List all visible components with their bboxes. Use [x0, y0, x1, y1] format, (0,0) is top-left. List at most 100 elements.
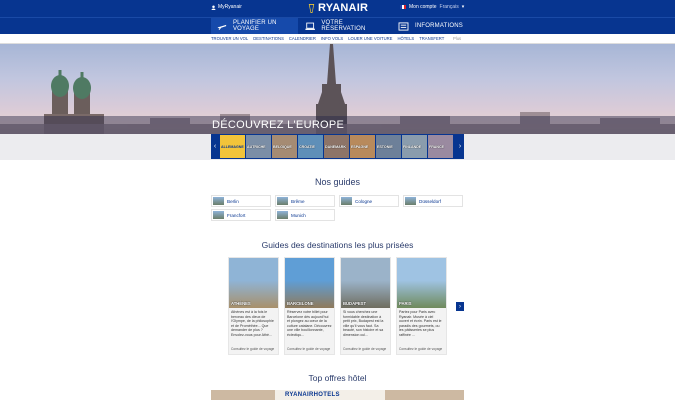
- country-thumb[interactable]: AUTRICHE: [246, 135, 271, 158]
- carousel-thumbs: ALLEMAGNE AUTRICHE BELGIQUE CROATIE DANEMARK…: [220, 135, 453, 158]
- destination-image: PARIS: [397, 258, 446, 308]
- country-thumb[interactable]: CROATIE: [298, 135, 323, 158]
- country-label: ESTONIE: [377, 145, 393, 149]
- guide-thumbnail: [277, 211, 288, 219]
- destination-description: Partez pour Paris avec Ryanair. Musée à …: [399, 310, 442, 337]
- subnav-flight-info[interactable]: INFO VOLS: [321, 36, 343, 41]
- subnav-find-flight[interactable]: TROUVER UN VOL: [211, 36, 248, 41]
- destination-description: Athènes est à la fois le berceau des die…: [231, 310, 274, 337]
- destination-guide-link[interactable]: Consultez le guide de voyage: [287, 347, 330, 351]
- country-thumb[interactable]: DANEMARK: [324, 135, 349, 158]
- myryanair-link[interactable]: MyRyanair: [211, 4, 242, 10]
- language-label: Français: [439, 4, 459, 10]
- flag-icon: [400, 5, 406, 9]
- carousel-next-button[interactable]: ›: [456, 134, 464, 159]
- destination-image: ATHÈNES: [229, 258, 278, 308]
- country-label: DANEMARK: [325, 145, 346, 149]
- chevron-down-icon: ▾: [461, 4, 465, 10]
- main-nav: PLANIFIER UN VOYAGE VOTRE RÉSERVATION IN…: [0, 17, 675, 34]
- destination-image: BARCELONE: [285, 258, 334, 308]
- country-carousel: ‹ ALLEMAGNE AUTRICHE BELGIQUE CROATIE DANEMA…: [211, 134, 464, 159]
- country-thumb[interactable]: ALLEMAGNE: [220, 135, 245, 158]
- country-thumb[interactable]: BELGIQUE: [272, 135, 297, 158]
- tab-plan-trip[interactable]: PLANIFIER UN VOYAGE: [211, 18, 298, 34]
- subnav-hotels[interactable]: HÔTELS: [397, 36, 414, 41]
- country-label: AUTRICHE: [247, 145, 266, 149]
- guide-label: Berlin: [227, 198, 239, 204]
- guide-thumbnail: [341, 197, 352, 205]
- guide-link[interactable]: Düsseldorf: [403, 195, 463, 207]
- destination-guide-link[interactable]: Consultez le guide de voyage: [231, 347, 274, 351]
- destination-description: Si vous cherchez une formidable destinat…: [343, 310, 384, 337]
- destination-guide-link[interactable]: Consultez le guide de voyage: [343, 347, 386, 351]
- chevron-right-icon: ›: [459, 303, 461, 310]
- hotel-banner[interactable]: RYANAIRHOTELS: [211, 390, 464, 400]
- destination-card[interactable]: BARCELONE Réservez votre billet pour Barc…: [284, 257, 335, 355]
- tab-your-booking[interactable]: VOTRE RÉSERVATION: [305, 18, 385, 34]
- subnav-destinations[interactable]: DESTINATIONS: [253, 36, 284, 41]
- country-thumb[interactable]: FRANCE: [428, 135, 453, 158]
- destinations-next-button[interactable]: ›: [456, 302, 464, 311]
- country-label: ALLEMAGNE: [221, 145, 244, 149]
- myryanair-label: MyRyanair: [218, 4, 242, 10]
- guide-label: Düsseldorf: [419, 198, 441, 204]
- top-bar: MyRyanair RYANAIR Mon compte Français ▾: [0, 0, 675, 17]
- guide-label: Francfort: [227, 212, 246, 218]
- subnav-car-hire[interactable]: LOUER UNE VOITURE: [348, 36, 392, 41]
- guide-thumbnail: [277, 197, 288, 205]
- country-label: FRANCE: [429, 145, 444, 149]
- guide-link[interactable]: Berlin: [211, 195, 271, 207]
- plane-icon: [217, 24, 227, 30]
- guide-link[interactable]: Munich: [275, 209, 335, 221]
- account-menu[interactable]: Mon compte Français ▾: [400, 4, 464, 10]
- carousel-prev-button[interactable]: ‹: [211, 134, 219, 159]
- country-thumb[interactable]: FINLANDE: [402, 135, 427, 158]
- ryanair-hotels-logo: RYANAIRHOTELS: [275, 390, 385, 400]
- guide-thumbnail: [213, 197, 224, 205]
- destination-city: BUDAPEST: [343, 301, 367, 306]
- guide-thumbnail: [213, 211, 224, 219]
- destination-card[interactable]: PARIS Partez pour Paris avec Ryanair. Mus…: [396, 257, 447, 355]
- country-label: FINLANDE: [403, 145, 422, 149]
- country-label: ESPAGNE: [351, 145, 369, 149]
- destination-image: BUDAPEST: [341, 258, 390, 308]
- guide-link[interactable]: Cologne: [339, 195, 399, 207]
- guides-heading: Nos guides: [314, 177, 361, 187]
- info-card-icon: [398, 21, 409, 31]
- country-thumb[interactable]: ESTONIE: [376, 135, 401, 158]
- subnav-more[interactable]: Plus: [453, 36, 461, 41]
- hero-title: DÉCOUVREZ L'EUROPE: [212, 119, 345, 131]
- harp-logo-icon: [308, 3, 315, 13]
- country-label: CROATIE: [299, 145, 315, 149]
- sub-nav: TROUVER UN VOL DESTINATIONS CALENDRIER I…: [0, 34, 675, 44]
- destination-description: Réservez votre billet pour Barcelone dès…: [287, 310, 332, 337]
- country-thumb[interactable]: ESPAGNE: [350, 135, 375, 158]
- chevron-right-icon: ›: [458, 143, 462, 150]
- guide-link[interactable]: Francfort: [211, 209, 271, 221]
- guide-link[interactable]: Brême: [275, 195, 335, 207]
- destination-city: BARCELONE: [287, 301, 314, 306]
- tab-label: INFORMATIONS: [415, 23, 463, 29]
- chevron-left-icon: ‹: [213, 143, 217, 150]
- tab-label: VOTRE RÉSERVATION: [321, 20, 366, 32]
- tab-label: PLANIFIER UN VOYAGE: [232, 20, 277, 32]
- tab-information[interactable]: INFORMATIONS: [398, 18, 468, 34]
- guide-label: Munich: [291, 212, 306, 218]
- subnav-transfer[interactable]: TRANSFERT: [419, 36, 444, 41]
- destination-guide-link[interactable]: Consultez le guide de voyage: [399, 347, 442, 351]
- top-destinations-heading: Guides des destinations les plus prisées: [261, 240, 414, 250]
- user-icon: [211, 5, 216, 10]
- guide-label: Cologne: [355, 198, 373, 204]
- destination-city: PARIS: [399, 301, 412, 306]
- destination-city: ATHÈNES: [231, 301, 251, 306]
- destination-card[interactable]: BUDAPEST Si vous cherchez une formidable …: [340, 257, 391, 355]
- guide-label: Brême: [291, 198, 305, 204]
- logo-text: RYANAIR: [318, 2, 369, 14]
- guide-thumbnail: [405, 197, 416, 205]
- country-label: BELGIQUE: [273, 145, 292, 149]
- subnav-calendar[interactable]: CALENDRIER: [289, 36, 316, 41]
- laptop-icon: [305, 22, 315, 30]
- ryanair-logo[interactable]: RYANAIR: [307, 2, 368, 14]
- hotels-heading: Top offres hôtel: [308, 373, 367, 383]
- destination-card[interactable]: ATHÈNES Athènes est à la fois le berceau …: [228, 257, 279, 355]
